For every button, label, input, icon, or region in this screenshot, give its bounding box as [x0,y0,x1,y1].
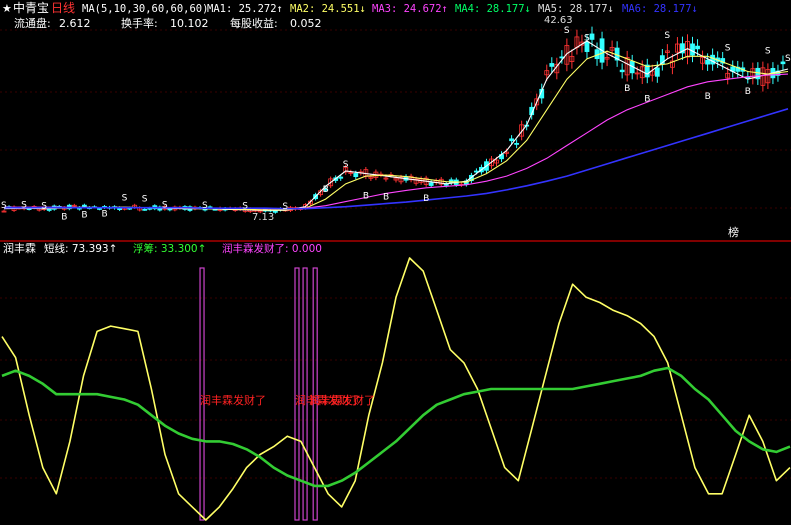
ma-value-3: MA3: 24.672↑ [372,3,448,15]
candlestick-chart: B B B B B B B B B B B S S S S S S S S S S S S S S S S [1,26,791,223]
indicator-line-short [1,257,791,521]
candle-body [514,142,520,145]
buy-marker: B [323,185,329,195]
turnover-value: 10.102 [170,17,209,30]
sell-marker: S [343,160,349,170]
candle-body [705,59,710,65]
candle-body [695,45,700,50]
sell-marker: S [1,201,7,211]
sell-marker: S [785,54,791,64]
sell-marker: S [765,46,771,56]
indicator-chart [1,257,791,521]
candle-body [167,208,173,211]
sell-marker: S [242,201,248,211]
ma-line-ma3 [4,73,789,210]
sell-marker: S [584,34,590,44]
buy-marker: B [61,213,67,223]
sell-marker: S [725,44,731,54]
signal-text: 润丰霖发财了 [200,393,266,407]
ma-value-5: MA5: 28.177↓ [538,3,614,15]
eps-value: 0.052 [290,17,322,30]
eps-label: 每股收益: [230,16,278,30]
buy-marker: B [363,191,369,201]
signal-text-layer: 润丰霖发财了 润丰霖发财了润丰霖发财了 [200,393,375,407]
sell-marker: S [122,194,128,204]
low-price-label: 7.13 [252,212,274,223]
turnover-label: 换手率: [121,16,158,30]
ma-value-2: MA2: 24.551↓ [290,3,366,15]
buy-marker: B [383,192,389,202]
indicator-value-2: 浮筹: 33.300↑ [133,242,206,255]
indicator-name[interactable]: 润丰霖 [3,241,36,255]
sell-marker: S [202,201,208,211]
signal-text: 润丰霖发财了 [309,393,375,407]
sell-marker: S [21,200,27,210]
sell-marker: S [282,202,288,212]
ma-params: MA(5,10,30,60,60,60) [82,3,208,15]
indicator-value-3: 润丰霖发财了: 0.000 [222,242,322,255]
chart-stage: B B B B B B B B B B B S S S S S S S S S S S S S S S S ★ 中青宝 日线 MA(… [0,0,791,521]
sell-marker: S [162,200,168,210]
indicator-values-row: 短线: 73.393↑ 浮筹: 33.300↑ 润丰霖发财了: 0.000 [44,242,322,255]
indicator-lines-layer [1,257,791,521]
main-chart-grid [0,29,791,479]
buy-marker: B [644,94,650,104]
candle-body [338,176,344,179]
candles-layer [1,26,786,214]
sell-marker: S [664,31,670,41]
indicator-value-1: 短线: 73.393↑ [44,242,117,255]
board-label: 榜 [728,225,739,239]
candle-body [619,69,625,73]
candle-body [690,43,695,56]
stock-name[interactable]: 中青宝 [13,0,49,15]
ma-line-ma2 [4,50,789,211]
ma-values-row: MA1: 25.272↑ MA2: 24.551↓ MA3: 24.672↑ MA4:… [207,3,698,15]
candle-body [142,208,148,211]
buy-marker: B [745,87,751,97]
indicator-line-float [1,366,791,488]
candle-body [589,33,595,40]
buy-marker: B [423,194,429,204]
price-label: 42.63 [544,15,573,26]
candle-body [353,173,359,178]
buy-marker: B [624,84,630,94]
candle-body [549,63,555,67]
candle-body [428,182,434,186]
buy-marker: B [102,210,108,220]
ma-value-6: MA6: 28.177↓ [622,3,698,15]
candle-body [710,54,716,65]
float-shares-label: 流通盘: [14,16,51,30]
star-icon: ★ [2,2,12,15]
candle-body [82,204,87,207]
period-label[interactable]: 日线 [51,1,75,15]
sell-marker: S [41,201,47,211]
candle-body [654,67,660,77]
ma-value-4: MA4: 28.177↓ [455,3,531,15]
float-shares-value: 2.612 [59,17,91,30]
buy-marker: B [81,211,87,221]
candle-body [509,138,514,142]
buy-marker: B [705,92,711,102]
ma-value-1: MA1: 25.272↑ [207,3,283,15]
sell-marker: S [564,26,570,36]
sell-marker: S [142,195,148,205]
